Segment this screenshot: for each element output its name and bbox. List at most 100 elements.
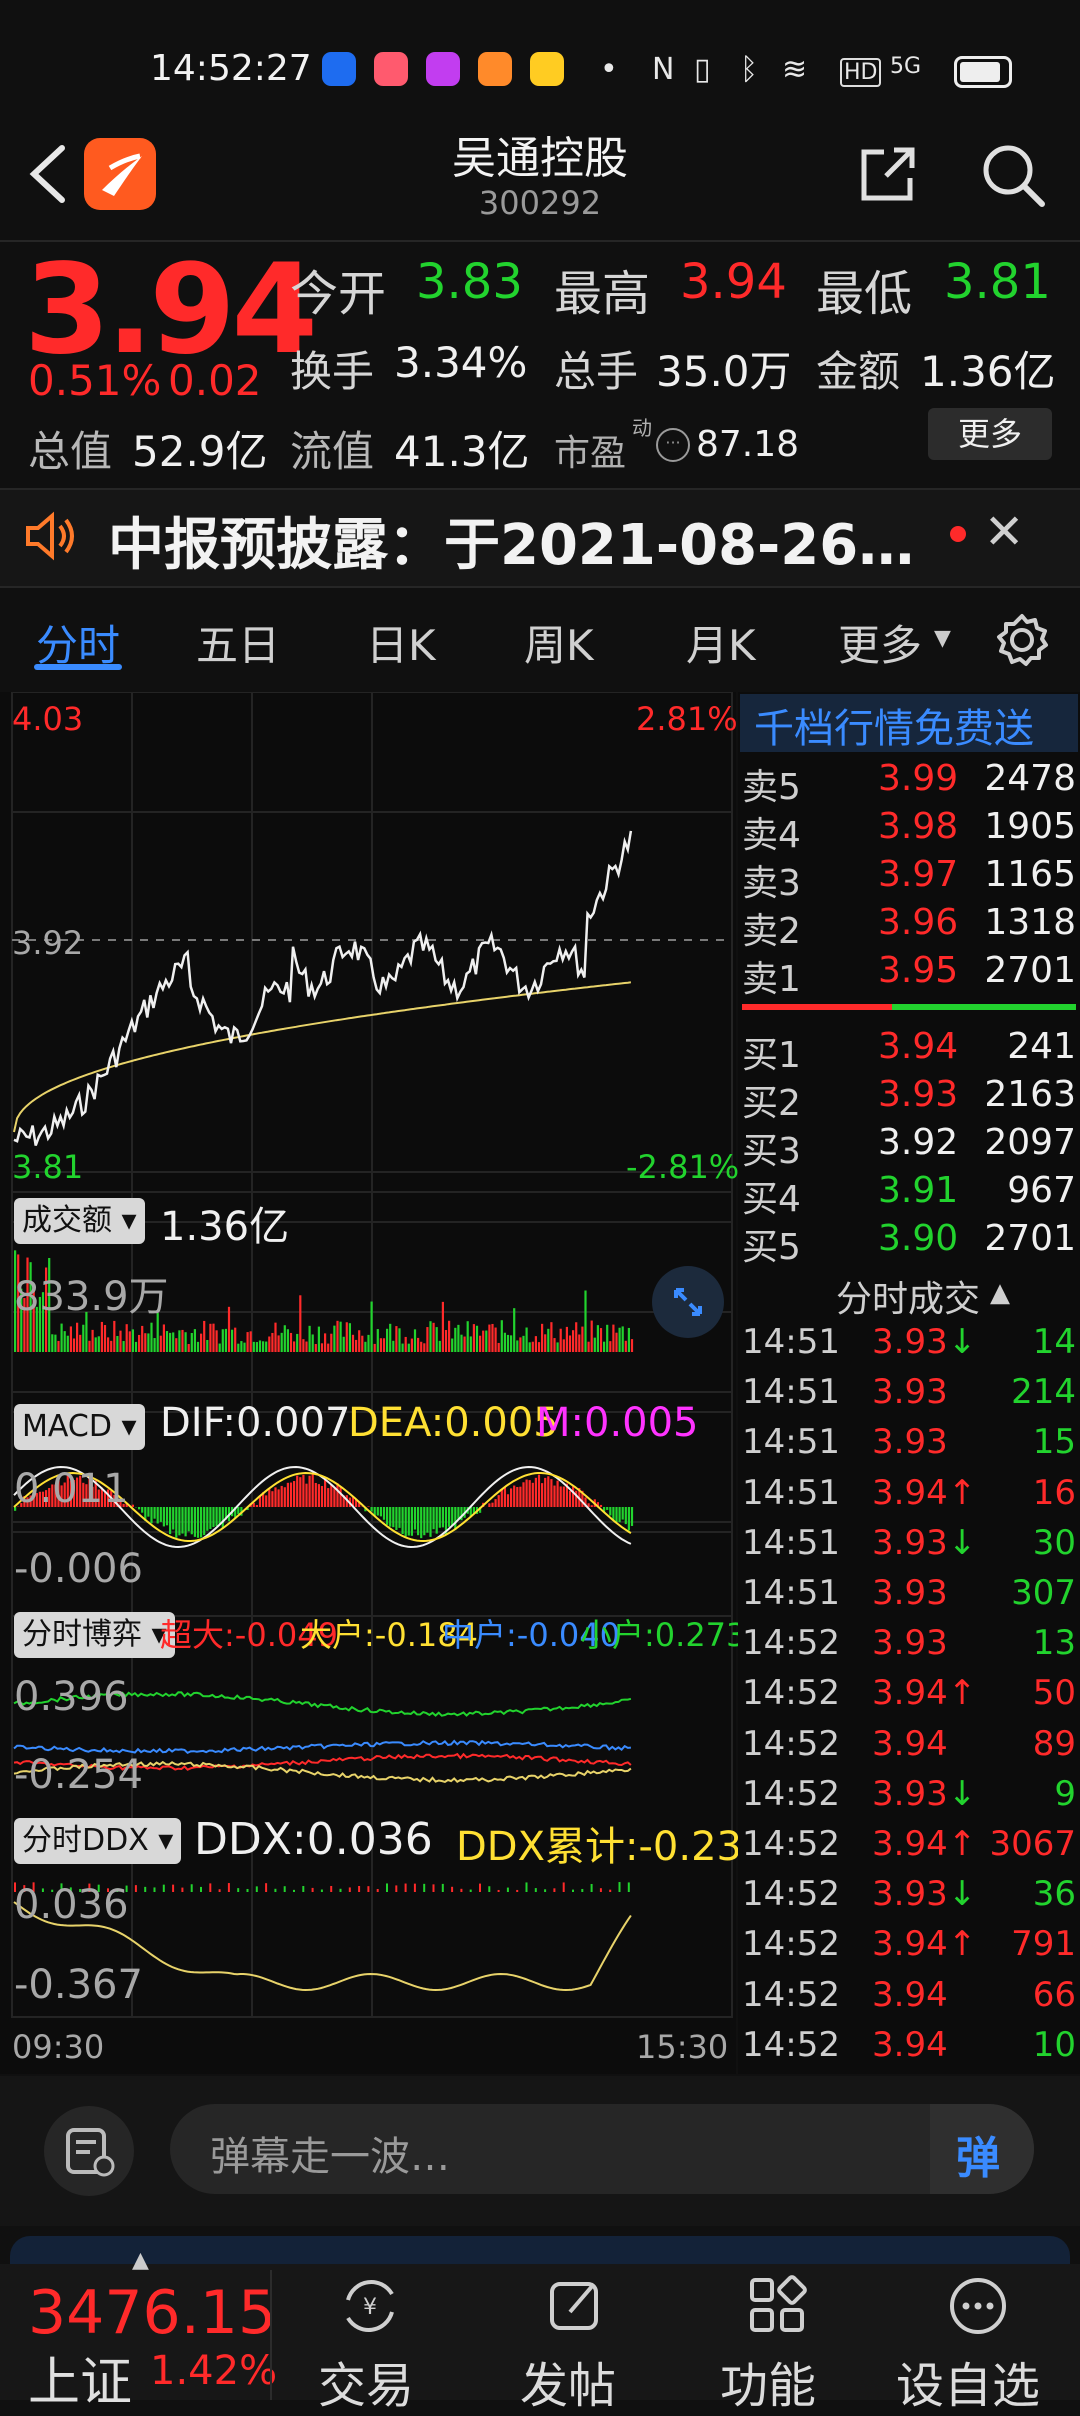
volume-bar	[361, 1336, 363, 1352]
nav-watchlist[interactable]: 设自选	[896, 2346, 1040, 2416]
trade-time: 14:52	[742, 1774, 840, 1814]
ddx-dropdown[interactable]: 分时DDX ▾	[14, 1818, 181, 1864]
ask-row[interactable]: 卖4 3.98 1905	[742, 806, 1076, 854]
ask-volume: 1318	[984, 902, 1076, 943]
game-dropdown[interactable]: 分时博弈 ▾	[14, 1612, 175, 1658]
volume-bar	[302, 1339, 304, 1352]
ask-row[interactable]: 卖2 3.96 1318	[742, 902, 1076, 950]
volume-bar	[209, 1324, 211, 1352]
trade-row: 14:51 3.94 ↑ 16	[742, 1473, 1076, 1523]
ddx-bar	[302, 1886, 304, 1892]
bid-label: 买3	[742, 1122, 801, 1174]
volume-bar	[340, 1322, 342, 1352]
ddx-bar	[284, 1886, 286, 1892]
bid-row[interactable]: 买5 3.90 2701	[742, 1218, 1076, 1266]
ask-row[interactable]: 卖5 3.99 2478	[742, 758, 1076, 806]
unread-dot	[950, 526, 966, 542]
volume-bar	[482, 1331, 484, 1352]
ddx-bar	[154, 1887, 156, 1892]
volume-bar	[324, 1333, 326, 1352]
grid-icon[interactable]	[742, 2270, 814, 2342]
bid-row[interactable]: 买4 3.91 967	[742, 1170, 1076, 1218]
index-name[interactable]: 上证	[28, 2340, 132, 2415]
ddx-bar	[423, 1884, 425, 1892]
bid-label: 买1	[742, 1026, 801, 1078]
volume-bar	[163, 1324, 165, 1352]
more-button[interactable]: 更多	[928, 408, 1052, 460]
volume-bar	[181, 1330, 183, 1352]
volume-bar	[615, 1333, 617, 1352]
post-icon[interactable]	[540, 2270, 612, 2342]
trades-header[interactable]: 分时成交	[836, 1270, 980, 1322]
bid-price: 3.92	[878, 1122, 958, 1163]
trade-arrow: ↓	[948, 1523, 977, 1563]
expand-icon[interactable]	[652, 1266, 724, 1338]
volume-bar	[175, 1338, 177, 1352]
nav-post[interactable]: 发帖	[520, 2346, 616, 2416]
ask-row[interactable]: 卖3 3.97 1165	[742, 854, 1076, 902]
nav-trade[interactable]: 交易	[318, 2346, 414, 2416]
volume-bar	[460, 1335, 462, 1352]
macd-bar	[330, 1485, 332, 1507]
barrage-input[interactable]: 弹幕走一波… 弹	[170, 2104, 1034, 2194]
volume-bar	[349, 1323, 351, 1352]
orderbook-promo[interactable]: 千档行情免费送	[754, 696, 1034, 754]
volume-bar	[541, 1324, 543, 1352]
trade-row: 14:52 3.94 89	[742, 1724, 1076, 1774]
macd-bar	[166, 1507, 168, 1525]
trade-row: 14:52 3.94 ↑ 3067	[742, 1824, 1076, 1874]
bid-row[interactable]: 买1 3.94 241	[742, 1026, 1076, 1074]
share-icon[interactable]	[856, 142, 920, 206]
trade-volume: 9	[1054, 1774, 1076, 1814]
ddx-bar	[349, 1887, 351, 1892]
tab-five-day[interactable]: 五日	[196, 612, 280, 673]
app-notification-icon	[374, 52, 408, 86]
trade-icon[interactable]: ¥	[334, 2270, 406, 2342]
ask-bid-ratio-bar	[892, 1004, 1076, 1010]
index-pct[interactable]: 1.42%	[150, 2348, 277, 2394]
macd-bar	[160, 1507, 162, 1522]
trade-volume: 36	[1033, 1874, 1076, 1914]
tab-weekly-k[interactable]: 周K	[524, 612, 594, 673]
macd-bar	[516, 1487, 518, 1507]
search-icon[interactable]	[978, 140, 1048, 210]
volume-bar	[535, 1336, 537, 1352]
macd-bar	[532, 1483, 534, 1507]
ask-bid-ratio-bar	[742, 1004, 892, 1010]
index-value[interactable]: 3476.15	[28, 2278, 276, 2348]
macd-bar	[302, 1475, 304, 1507]
tab-daily-k[interactable]: 日K	[366, 612, 436, 673]
barrage-settings-icon[interactable]	[44, 2106, 134, 2196]
volume-dropdown[interactable]: 成交额 ▾	[14, 1198, 145, 1244]
ellipsis-icon[interactable]: ···	[656, 428, 690, 462]
ddx-bar	[144, 1887, 146, 1892]
ddx-bar	[553, 1888, 555, 1892]
close-icon[interactable]: ✕	[984, 504, 1024, 560]
tab-more[interactable]: 更多	[838, 612, 922, 673]
pe-label: 市盈	[554, 424, 626, 476]
macd-bar	[318, 1484, 320, 1507]
trade-time: 14:52	[742, 1924, 840, 1964]
gear-icon[interactable]	[994, 612, 1050, 668]
more-icon[interactable]	[942, 2270, 1014, 2342]
macd-dropdown[interactable]: MACD ▾	[14, 1404, 145, 1450]
ask-label: 卖5	[742, 758, 801, 810]
ddx-bar	[247, 1889, 249, 1892]
tab-monthly-k[interactable]: 月K	[686, 612, 756, 673]
bid-row[interactable]: 买2 3.93 2163	[742, 1074, 1076, 1122]
macd-bar	[278, 1489, 280, 1507]
volume-bar	[392, 1341, 394, 1352]
speaker-icon	[22, 508, 78, 564]
barrage-send-button[interactable]: 弹	[930, 2104, 1034, 2194]
ask-row[interactable]: 卖1 3.95 2701	[742, 950, 1076, 998]
volume-bar	[544, 1334, 546, 1352]
volume-bar	[107, 1337, 109, 1352]
macd-bar	[181, 1507, 183, 1534]
bid-row[interactable]: 买3 3.92 2097	[742, 1122, 1076, 1170]
macd-bar	[541, 1483, 543, 1507]
bid-label: 买4	[742, 1170, 801, 1222]
macd-bar	[600, 1505, 602, 1507]
nav-functions[interactable]: 功能	[720, 2346, 816, 2416]
trade-price: 3.94	[872, 1975, 948, 2015]
bid-price: 3.94	[878, 1026, 958, 1067]
